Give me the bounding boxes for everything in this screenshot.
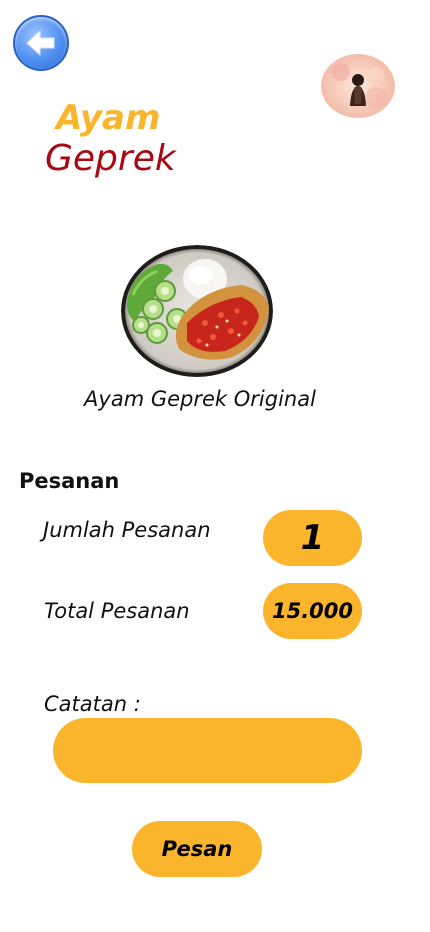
dish-image <box>121 245 273 377</box>
user-avatar-icon <box>321 54 395 118</box>
user-avatar[interactable] <box>321 54 395 118</box>
dish-name: Ayam Geprek Original <box>84 387 316 411</box>
title-line-1: Ayam <box>56 98 161 138</box>
quantity-label: Jumlah Pesanan <box>43 518 211 542</box>
note-input[interactable] <box>53 718 362 783</box>
title-line-2: Geprek <box>45 138 176 179</box>
note-label: Catatan : <box>44 692 141 716</box>
order-section-title: Pesanan <box>19 469 120 493</box>
quantity-field[interactable]: 1 <box>263 510 362 566</box>
arrow-left-icon <box>23 25 59 61</box>
total-value: 15.000 <box>263 583 362 639</box>
order-button[interactable]: Pesan <box>132 821 262 877</box>
back-button[interactable] <box>13 15 69 71</box>
total-label: Total Pesanan <box>44 599 190 623</box>
fried-chicken-plate-image <box>121 245 273 377</box>
